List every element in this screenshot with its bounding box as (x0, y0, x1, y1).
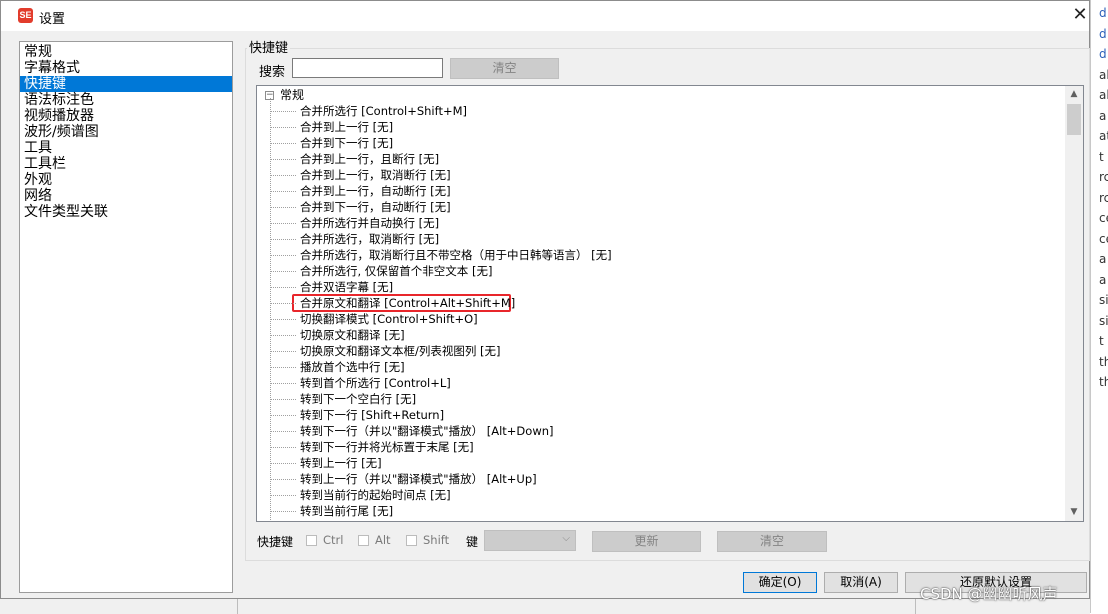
shortcut-tree[interactable]: − 常规 合并所选行 [Control+Shift+M] 合并到上一行 [无] 合并到… (256, 85, 1084, 522)
shortcut-item[interactable]: 转到下一个空白行 [无] (269, 391, 416, 407)
background-text: al (1099, 88, 1108, 102)
category-item[interactable]: 文件类型关联 (20, 204, 232, 220)
shortcut-item[interactable]: 切换原文和翻译文本框/列表视图列 [无] (270, 343, 501, 359)
scroll-thumb[interactable] (1067, 104, 1081, 135)
shortcut-item[interactable]: 转到首个所选行 [Control+L] (270, 375, 451, 391)
checkbox-box[interactable] (358, 535, 369, 546)
shortcut-item[interactable]: 合并所选行 [Control+Shift+M] (269, 103, 467, 119)
background-text: a (1099, 108, 1107, 123)
background-text: ce (1099, 231, 1108, 246)
background-text: rc (1099, 170, 1108, 184)
background-text: th (1099, 375, 1108, 389)
category-item[interactable]: 工具 (20, 140, 232, 156)
background-text: d (1099, 26, 1107, 41)
ctrl-checkbox-label: Ctrl (323, 533, 344, 547)
shortcut-item[interactable]: 切换原文和翻译 [无] (270, 327, 405, 343)
settings-dialog: SE 设置 ✕ 常规 字幕格式 快捷键 语法标注色 视频播放器 波形/频谱图 工具 工具栏 外观… (0, 0, 1090, 599)
background-text: ce (1099, 211, 1108, 225)
category-item[interactable]: 外观 (20, 172, 232, 188)
shortcut-item[interactable]: 合并到上一行，自动断行 [无] (270, 183, 451, 199)
shortcut-item[interactable]: 合并所选行，取消断行 [无] (269, 231, 439, 247)
checkbox-box[interactable] (306, 535, 317, 546)
shortcut-item[interactable]: 合并双语字幕 [无] (269, 279, 393, 295)
shortcut-item[interactable]: 转到上一行 [无] (270, 455, 382, 471)
update-button[interactable]: 更新 (592, 531, 701, 552)
shortcut-item[interactable]: 转到下一行并将光标置于末尾 [无] (270, 439, 474, 455)
scroll-up-icon[interactable]: ▲ (1065, 86, 1083, 103)
alt-checkbox-label: Alt (375, 533, 391, 547)
shift-checkbox[interactable]: Shift (406, 533, 449, 547)
tree-connector (270, 98, 271, 521)
search-input[interactable] (292, 58, 443, 78)
shortcut-item[interactable]: 合并所选行并自动换行 [无] (269, 215, 439, 231)
background-text: si (1099, 293, 1108, 307)
category-item[interactable]: 常规 (20, 44, 232, 60)
shortcut-item[interactable]: 转到下一行 [Shift+Return] (269, 407, 444, 423)
background-divider (237, 597, 238, 614)
clear-shortcut-button[interactable]: 清空 (717, 531, 827, 552)
shortcut-item[interactable]: 转到下一行（并以"翻译模式"播放） [Alt+Down] (270, 423, 554, 439)
shortcut-item[interactable]: 合并到上一行，且断行 [无] (269, 151, 439, 167)
category-item[interactable]: 视频播放器 (20, 108, 232, 124)
category-list[interactable]: 常规 字幕格式 快捷键 语法标注色 视频播放器 波形/频谱图 工具 工具栏 外观 网络 文件类型关联 (19, 41, 233, 593)
category-item[interactable]: 网络 (20, 188, 232, 204)
shortcut-item[interactable]: 合并原文和翻译 [Control+Alt+Shift+M] (269, 295, 515, 311)
shortcut-item[interactable]: 转到当前行的起始时间点 [无] (270, 487, 451, 503)
category-item[interactable]: 工具栏 (20, 156, 232, 172)
ok-button[interactable]: 确定(O) (743, 572, 817, 593)
shortcut-item[interactable]: 播放首个选中行 [无] (270, 359, 405, 375)
key-label: 键 (466, 535, 479, 549)
shortcut-item[interactable]: 合并到上一行，取消断行 [无] (270, 167, 451, 183)
background-text: d (1099, 47, 1107, 61)
shortcuts-group-label: 快捷键 (247, 37, 291, 56)
watermark: CSDN @幽幽听风声 (920, 585, 1058, 603)
checkbox-box[interactable] (406, 535, 417, 546)
background-text: a (1099, 272, 1107, 287)
category-item[interactable]: 字幕格式 (20, 60, 232, 76)
shortcut-item[interactable]: 切换翻译模式 [Control+Shift+O] (270, 311, 478, 327)
scroll-down-icon[interactable]: ▼ (1065, 504, 1083, 521)
search-label: 搜索 (259, 65, 286, 80)
chevron-down-icon: ⌵ (562, 533, 570, 544)
shortcut-item[interactable]: 合并所选行，取消断行且不带空格（用于中日韩等语言） [无] (270, 247, 612, 263)
tree-scrollbar[interactable]: ▲ ▼ (1065, 86, 1083, 521)
background-text: at (1099, 129, 1108, 143)
background-window-edge: dddalalaattrcrcceceaasisitthth (1090, 0, 1108, 613)
background-text: al (1099, 67, 1108, 82)
tree-node-general[interactable]: − 常规 (265, 87, 304, 103)
app-icon: SE (18, 8, 33, 23)
close-icon[interactable]: ✕ (1071, 6, 1089, 24)
key-select[interactable]: ⌵ (484, 530, 576, 551)
ctrl-checkbox[interactable]: Ctrl (306, 533, 343, 547)
background-text: si (1099, 313, 1108, 328)
shortcut-item[interactable]: 合并到下一行 [无] (269, 135, 393, 151)
category-item[interactable]: 波形/频谱图 (20, 124, 232, 140)
category-item[interactable]: 语法标注色 (20, 92, 232, 108)
background-divider (915, 597, 916, 614)
cancel-button[interactable]: 取消(A) (824, 572, 898, 593)
collapse-icon[interactable]: − (265, 91, 274, 100)
alt-checkbox[interactable]: Alt (358, 533, 391, 547)
category-item[interactable]: 快捷键 (20, 76, 232, 92)
shortcut-item[interactable]: 转到当前行尾 [无] (269, 503, 393, 519)
background-text: a (1099, 252, 1107, 266)
shortcut-item[interactable]: 合并到下一行，自动断行 [无] (270, 199, 451, 215)
shift-checkbox-label: Shift (423, 533, 450, 547)
shortcut-item[interactable]: 合并到上一行 [无] (269, 119, 393, 135)
window-title: 设置 (39, 12, 66, 27)
background-text: d (1099, 6, 1107, 20)
shortcut-item[interactable]: 转到上一行（并以"翻译模式"播放） [Alt+Up] (270, 471, 537, 487)
background-text: th (1099, 354, 1108, 369)
tree-node-label: 常规 (280, 88, 305, 102)
title-bar: SE 设置 ✕ (1, 1, 1089, 31)
background-text: rc (1099, 190, 1108, 205)
clear-search-button[interactable]: 清空 (450, 58, 559, 79)
shortcut-label: 快捷键 (257, 535, 294, 549)
background-text: t (1099, 334, 1104, 348)
shortcut-item[interactable]: 合并所选行, 仅保留首个非空文本 [无] (269, 263, 492, 279)
background-text: t (1099, 149, 1104, 164)
